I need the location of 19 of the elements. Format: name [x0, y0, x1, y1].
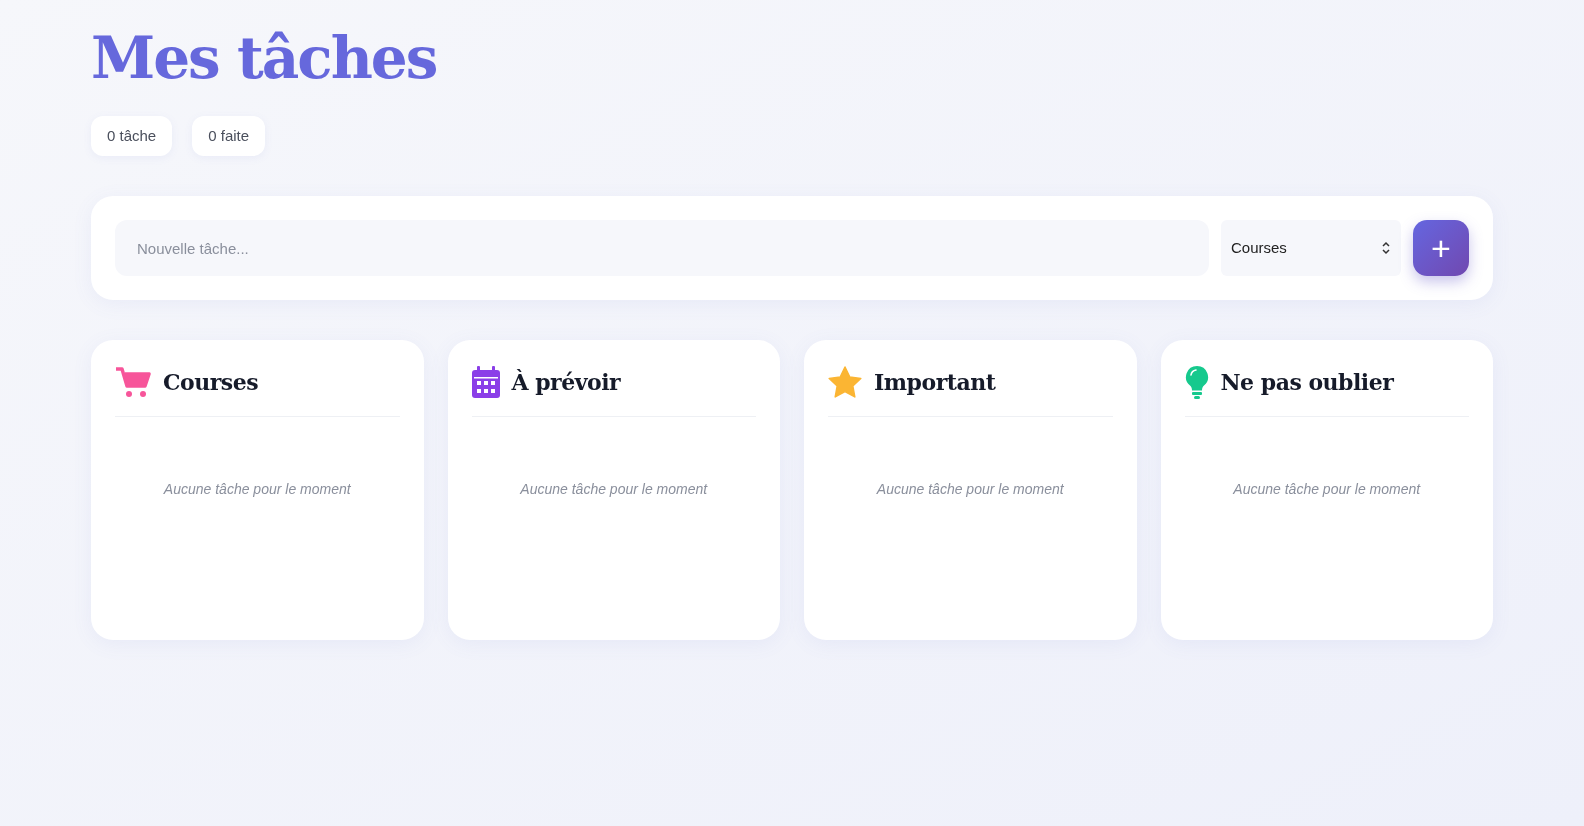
chevron-icon [1381, 241, 1391, 255]
empty-message: Aucune tâche pour le moment [1232, 480, 1422, 499]
stat-chip: 0 faite [192, 116, 266, 156]
empty-message: Aucune tâche pour le moment [162, 480, 352, 499]
category-select[interactable]: Courses [1221, 220, 1401, 276]
cart-icon [115, 366, 151, 398]
new-task-field[interactable]: Nouvelle tâche... [115, 220, 1209, 276]
category-title: Important [874, 367, 996, 397]
add-button[interactable]: + [1413, 220, 1469, 276]
empty-message: Aucune tâche pour le moment [519, 480, 709, 499]
star-icon [828, 366, 862, 398]
stat-chip: 0 tâche [91, 116, 173, 156]
category-title: À prévoir [511, 367, 621, 397]
lightbulb-icon [1184, 365, 1209, 399]
calendar-icon [471, 366, 500, 398]
category-title: Ne pas oublier [1220, 367, 1394, 397]
page-title: Mes tâches [91, 23, 438, 94]
category-title: Courses [163, 367, 259, 397]
empty-message: Aucune tâche pour le moment [875, 480, 1065, 499]
